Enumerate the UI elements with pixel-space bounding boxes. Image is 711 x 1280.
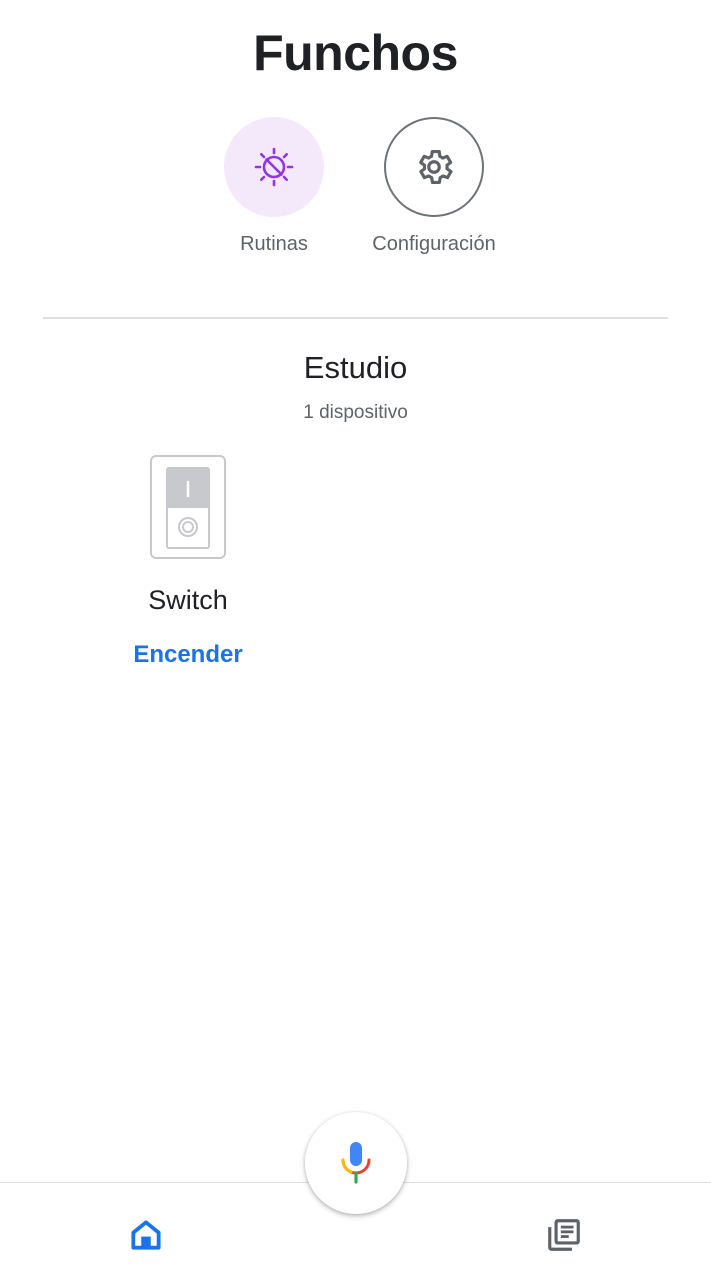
assistant-mic-button[interactable]	[305, 1112, 407, 1214]
device-name: Switch	[148, 585, 228, 615]
room-device-count: 1 dispositivo	[303, 402, 408, 423]
mic-icon	[341, 1142, 371, 1184]
settings-button[interactable]	[384, 117, 484, 217]
home-title: Funchos	[253, 25, 458, 81]
nav-home[interactable]	[124, 1213, 168, 1257]
room-name[interactable]: Estudio	[0, 350, 711, 386]
routines-action[interactable]: Rutinas	[184, 117, 364, 256]
settings-label: Configuración	[372, 233, 496, 255]
routines-icon	[254, 147, 294, 187]
switch-icon	[150, 455, 226, 559]
device-card-switch[interactable]: Switch Encender	[110, 455, 266, 669]
home-icon	[131, 1220, 161, 1250]
routines-label: Rutinas	[240, 233, 308, 255]
gear-icon	[419, 150, 453, 184]
section-divider	[43, 317, 668, 319]
turn-on-button[interactable]: Encender	[110, 641, 266, 669]
routines-button[interactable]	[224, 117, 324, 217]
settings-action[interactable]: Configuración	[344, 117, 524, 256]
home-screen: Funchos Rutinas Configuración Estudio 1 …	[0, 0, 711, 1280]
nav-feed[interactable]	[542, 1213, 586, 1257]
feed-icon	[548, 1219, 580, 1251]
